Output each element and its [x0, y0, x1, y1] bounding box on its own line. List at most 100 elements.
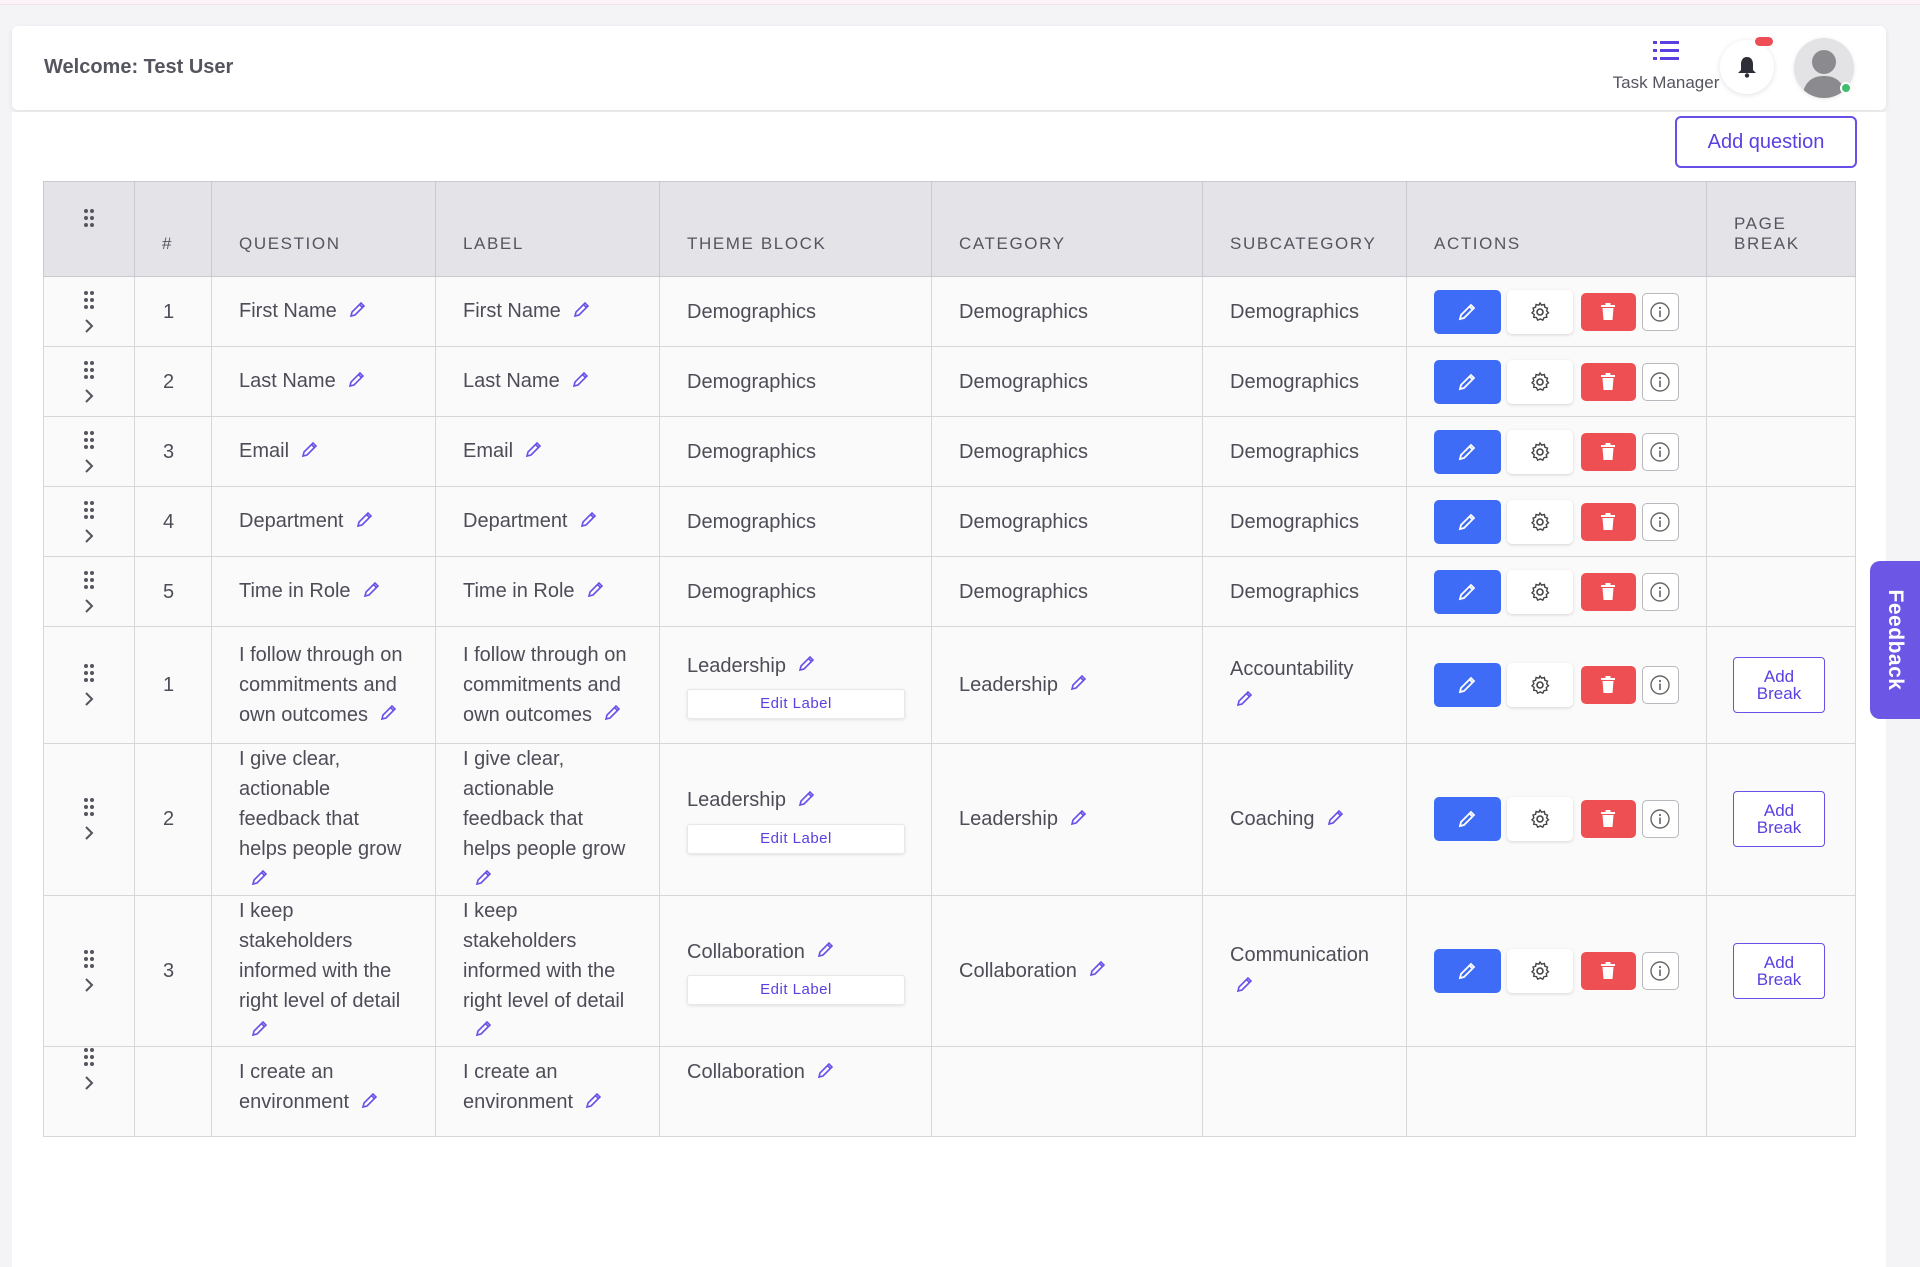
drag-handle-icon[interactable]	[83, 290, 95, 310]
edit-row-button[interactable]	[1434, 499, 1501, 544]
settings-row-button[interactable]	[1506, 797, 1574, 842]
settings-row-button[interactable]	[1506, 569, 1574, 614]
edit-row-button[interactable]	[1434, 569, 1501, 614]
edit-label-pencil-icon[interactable]	[525, 437, 543, 467]
subcategory-text: Demographics	[1230, 300, 1359, 323]
edit-row-button[interactable]	[1434, 663, 1501, 707]
chevron-right-icon[interactable]	[84, 388, 94, 404]
question-text: Time in Role	[239, 580, 351, 603]
edit-label-button[interactable]: Edit Label	[687, 975, 905, 1006]
trash-icon	[1601, 582, 1616, 600]
chevron-right-icon[interactable]	[84, 691, 94, 707]
drag-handle-icon[interactable]	[83, 570, 95, 590]
add-break-button[interactable]: Add Break	[1733, 791, 1825, 848]
edit-row-button[interactable]	[1434, 289, 1501, 334]
category-cell: Demographics	[931, 486, 1203, 557]
delete-row-button[interactable]	[1581, 572, 1636, 611]
drag-handle-icon[interactable]	[83, 500, 95, 520]
edit-label-pencil-icon[interactable]	[475, 865, 493, 895]
edit-label-button[interactable]: Edit Label	[687, 689, 905, 720]
chevron-right-icon[interactable]	[84, 458, 94, 474]
delete-row-button[interactable]	[1581, 666, 1636, 704]
chevron-right-icon[interactable]	[84, 318, 94, 334]
edit-label-pencil-icon[interactable]	[604, 700, 622, 730]
edit-label-pencil-icon[interactable]	[587, 577, 605, 607]
settings-row-button[interactable]	[1506, 429, 1574, 474]
edit-theme-pencil-icon[interactable]	[817, 937, 835, 967]
edit-question-pencil-icon[interactable]	[251, 865, 269, 895]
edit-category-pencil-icon[interactable]	[1089, 956, 1107, 986]
edit-question-pencil-icon[interactable]	[380, 700, 398, 730]
chevron-right-icon[interactable]	[84, 528, 94, 544]
settings-row-button[interactable]	[1506, 663, 1574, 707]
edit-row-button[interactable]	[1434, 429, 1501, 474]
info-row-button[interactable]	[1641, 292, 1679, 331]
edit-label-pencil-icon[interactable]	[580, 507, 598, 537]
edit-question-pencil-icon[interactable]	[349, 297, 367, 327]
label-text: I give clear, actionable feedback that h…	[463, 748, 626, 860]
notifications-button[interactable]	[1720, 40, 1774, 94]
drag-handle-icon[interactable]	[83, 663, 95, 683]
edit-category-pencil-icon[interactable]	[1070, 670, 1088, 700]
edit-row-button[interactable]	[1434, 359, 1501, 404]
task-manager-link[interactable]: Task Manager	[1596, 40, 1736, 93]
pencil-icon	[798, 790, 815, 806]
chevron-right-icon[interactable]	[84, 1075, 94, 1091]
edit-subcategory-pencil-icon[interactable]	[1236, 686, 1379, 716]
info-row-button[interactable]	[1641, 432, 1679, 471]
edit-label-pencil-icon[interactable]	[572, 367, 590, 397]
edit-row-button[interactable]	[1434, 797, 1501, 842]
edit-question-pencil-icon[interactable]	[361, 1088, 379, 1118]
edit-category-pencil-icon[interactable]	[1070, 805, 1088, 835]
edit-label-button[interactable]: Edit Label	[687, 823, 905, 854]
info-row-button[interactable]	[1641, 952, 1679, 991]
pencil-icon	[1459, 583, 1476, 600]
drag-handle-icon[interactable]	[83, 797, 95, 817]
add-break-button[interactable]: Add Break	[1733, 943, 1825, 1000]
settings-row-button[interactable]	[1506, 949, 1574, 994]
edit-subcategory-pencil-icon[interactable]	[1327, 805, 1345, 835]
chevron-right-icon[interactable]	[84, 977, 94, 993]
question-text: I keep stakeholders informed with the ri…	[239, 899, 401, 1012]
info-row-button[interactable]	[1641, 572, 1679, 611]
edit-question-pencil-icon[interactable]	[363, 577, 381, 607]
edit-theme-pencil-icon[interactable]	[798, 651, 816, 681]
edit-label-pencil-icon[interactable]	[585, 1088, 603, 1118]
settings-row-button[interactable]	[1506, 289, 1574, 334]
delete-row-button[interactable]	[1581, 502, 1636, 541]
info-row-button[interactable]	[1641, 502, 1679, 541]
add-break-button[interactable]: Add Break	[1733, 657, 1825, 713]
row-number: 1	[134, 276, 212, 347]
delete-row-button[interactable]	[1581, 800, 1636, 839]
drag-handle-icon[interactable]	[83, 1047, 95, 1067]
info-row-button[interactable]	[1641, 362, 1679, 401]
edit-question-pencil-icon[interactable]	[301, 437, 319, 467]
delete-row-button[interactable]	[1581, 952, 1636, 991]
edit-theme-pencil-icon[interactable]	[798, 786, 816, 816]
delete-row-button[interactable]	[1581, 362, 1636, 401]
info-row-button[interactable]	[1641, 800, 1679, 839]
settings-row-button[interactable]	[1506, 359, 1574, 404]
edit-question-pencil-icon[interactable]	[356, 507, 374, 537]
feedback-tab[interactable]: Feedback	[1870, 561, 1920, 719]
info-row-button[interactable]	[1641, 666, 1679, 704]
edit-question-pencil-icon[interactable]	[348, 367, 366, 397]
subcategory-cell: Demographics	[1202, 556, 1407, 627]
edit-label-pencil-icon[interactable]	[475, 1016, 493, 1046]
drag-handle-icon[interactable]	[83, 430, 95, 450]
delete-row-button[interactable]	[1581, 292, 1636, 331]
edit-theme-pencil-icon[interactable]	[817, 1058, 835, 1088]
theme-block-text: Demographics	[687, 370, 816, 393]
delete-row-button[interactable]	[1581, 432, 1636, 471]
edit-question-pencil-icon[interactable]	[251, 1016, 269, 1046]
edit-row-button[interactable]	[1434, 949, 1501, 994]
chevron-right-icon[interactable]	[84, 598, 94, 614]
chevron-right-icon[interactable]	[84, 825, 94, 841]
settings-row-button[interactable]	[1506, 499, 1574, 544]
edit-subcategory-pencil-icon[interactable]	[1236, 972, 1379, 1002]
drag-handle-icon[interactable]	[83, 360, 95, 380]
category-text: Leadership	[959, 673, 1058, 696]
add-question-button[interactable]: Add question	[1675, 116, 1857, 168]
edit-label-pencil-icon[interactable]	[573, 297, 591, 327]
drag-handle-icon[interactable]	[83, 949, 95, 969]
